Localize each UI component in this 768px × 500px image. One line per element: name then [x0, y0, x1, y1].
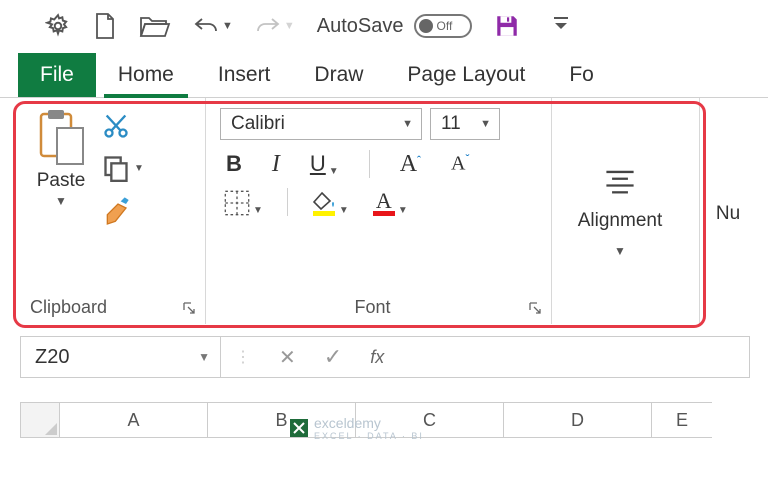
center-align-icon[interactable] — [603, 167, 637, 200]
watermark-sub: EXCEL · DATA · BI — [314, 431, 424, 441]
name-box-value: Z20 — [35, 346, 69, 369]
bold-button[interactable]: B — [226, 151, 242, 177]
tab-file[interactable]: File — [18, 53, 96, 97]
chevron-down-icon: ▼ — [402, 118, 413, 130]
confirm-icon[interactable]: ✓ — [324, 344, 342, 370]
open-folder-icon[interactable] — [139, 14, 171, 38]
column-header[interactable]: D — [504, 402, 652, 438]
autosave-state: Off — [437, 19, 453, 33]
select-all-corner[interactable] — [20, 402, 60, 438]
chevron-down-icon: ▼ — [329, 166, 339, 177]
settings-icon[interactable] — [45, 13, 71, 39]
divider: ⋮ — [235, 347, 251, 367]
font-group-label: Font — [218, 297, 527, 318]
copy-button[interactable]: ▼ — [102, 154, 144, 182]
fill-color-button[interactable]: ▼ — [312, 191, 349, 216]
autosave-toggle-group: AutoSave Off — [317, 14, 472, 38]
paste-label: Paste — [37, 170, 86, 192]
chevron-down-icon: ▼ — [198, 350, 210, 364]
font-color-button[interactable]: A ▼ — [373, 191, 408, 216]
toggle-knob — [419, 19, 433, 33]
format-painter-button[interactable] — [102, 196, 144, 228]
chevron-down-icon[interactable]: ▼ — [614, 244, 626, 258]
font-launcher-icon[interactable] — [527, 300, 543, 316]
name-box[interactable]: Z20 ▼ — [21, 337, 221, 377]
cancel-icon[interactable]: ✕ — [279, 345, 296, 370]
group-number: Nu — [700, 98, 756, 324]
tab-formulas[interactable]: Fo — [547, 53, 616, 97]
watermark-brand: exceldemy — [314, 415, 381, 431]
tab-draw[interactable]: Draw — [292, 53, 385, 97]
formula-bar: Z20 ▼ ⋮ ✕ ✓ fx — [20, 336, 750, 378]
chevron-down-icon: ▼ — [55, 194, 67, 208]
clipboard-launcher-icon[interactable] — [181, 300, 197, 316]
chevron-down-icon: ▼ — [222, 20, 233, 32]
number-group-label: Nu — [716, 203, 740, 225]
autosave-toggle[interactable]: Off — [414, 14, 472, 38]
autosave-label: AutoSave — [317, 15, 404, 38]
column-header[interactable]: A — [60, 402, 208, 438]
font-name-value: Calibri — [231, 113, 285, 135]
grow-font-button[interactable]: Aˆ — [400, 151, 421, 178]
undo-button[interactable]: ▼ — [193, 15, 233, 37]
underline-label: U — [310, 151, 326, 177]
divider — [287, 188, 288, 216]
ribbon-tabs: File Home Insert Draw Page Layout Fo — [0, 50, 768, 98]
paste-button[interactable]: Paste ▼ — [26, 108, 96, 295]
fx-icon[interactable]: fx — [370, 347, 384, 368]
italic-button[interactable]: I — [272, 151, 280, 178]
font-size-combo[interactable]: 11 ▼ — [430, 108, 500, 140]
chevron-down-icon: ▼ — [134, 163, 144, 174]
customize-qat-icon[interactable] — [554, 17, 568, 35]
column-header[interactable]: E — [652, 402, 712, 438]
chevron-down-icon: ▼ — [339, 205, 349, 216]
watermark: exceldemy EXCEL · DATA · BI — [290, 415, 424, 441]
clipboard-group-label: Clipboard — [30, 297, 107, 318]
chevron-down-icon: ▼ — [398, 205, 408, 216]
ribbon: Paste ▼ ▼ Clipboard — [0, 98, 768, 310]
tab-home[interactable]: Home — [96, 53, 196, 97]
borders-button[interactable]: ▼ — [224, 190, 263, 216]
alignment-group-label: Alignment — [578, 210, 663, 232]
tab-insert[interactable]: Insert — [196, 53, 293, 97]
chevron-down-icon: ▼ — [480, 118, 491, 130]
divider — [369, 150, 370, 178]
redo-button[interactable]: ▼ — [255, 15, 295, 37]
tab-page-layout[interactable]: Page Layout — [385, 53, 547, 97]
underline-button[interactable]: U ▼ — [310, 151, 339, 177]
chevron-down-icon: ▼ — [284, 20, 295, 32]
group-alignment: Alignment ▼ — [552, 98, 700, 324]
group-font: Calibri ▼ 11 ▼ B I U ▼ Aˆ Aˇ — [206, 98, 552, 324]
group-clipboard: Paste ▼ ▼ Clipboard — [18, 98, 206, 324]
new-file-icon[interactable] — [93, 12, 117, 40]
cut-button[interactable] — [102, 112, 144, 140]
save-icon[interactable] — [494, 13, 520, 39]
quick-access-toolbar: ▼ ▼ AutoSave Off — [0, 0, 768, 50]
font-size-value: 11 — [441, 113, 461, 135]
chevron-down-icon: ▼ — [253, 205, 263, 216]
font-name-combo[interactable]: Calibri ▼ — [220, 108, 422, 140]
shrink-font-button[interactable]: Aˇ — [451, 152, 469, 175]
